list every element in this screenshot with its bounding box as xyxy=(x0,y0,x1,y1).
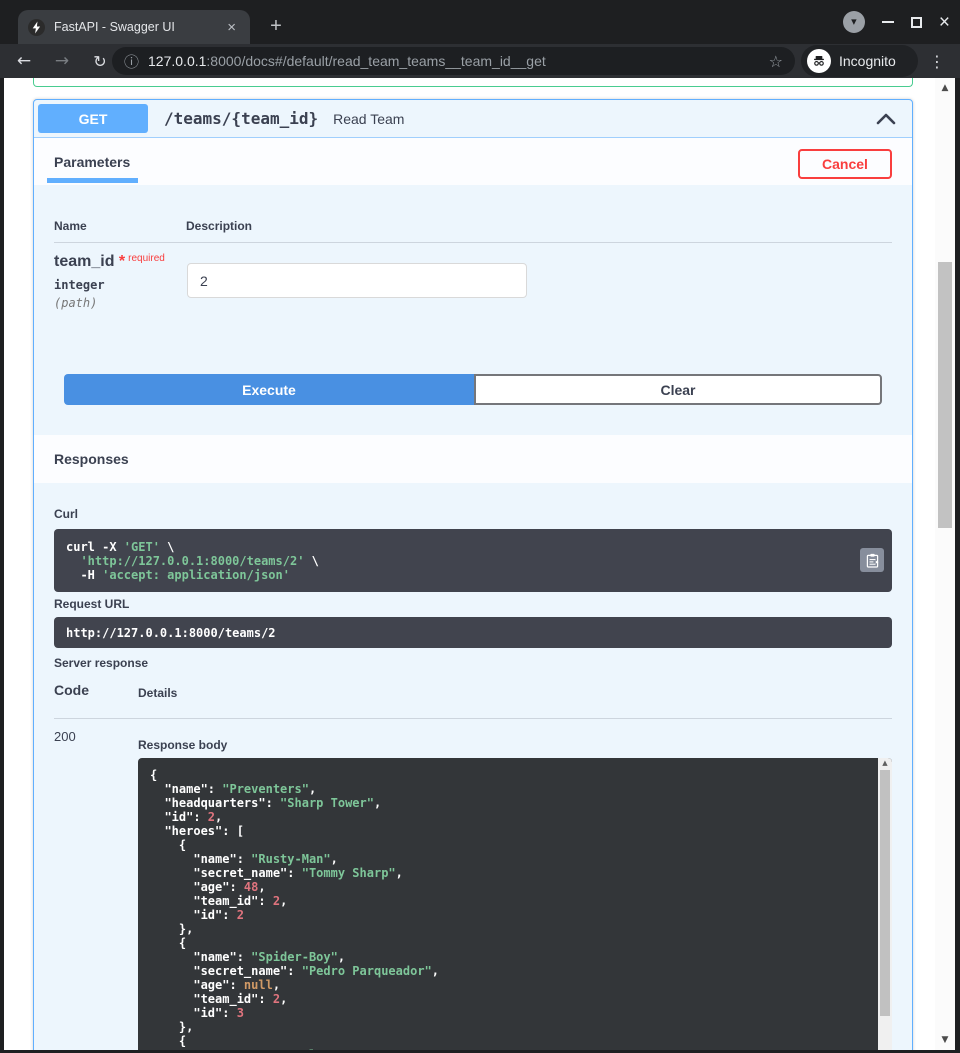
page-scroll-up-icon[interactable]: ▲ xyxy=(935,83,955,93)
window-controls: ▾ × xyxy=(843,6,950,38)
response-scrollbar-thumb[interactable] xyxy=(880,770,890,1016)
incognito-icon xyxy=(807,49,831,73)
curl-label: Curl xyxy=(54,507,78,521)
fastapi-favicon-icon xyxy=(28,19,45,36)
incognito-label: Incognito xyxy=(839,53,896,69)
tab-parameters[interactable]: Parameters xyxy=(54,138,130,185)
parameter-name-text: team_id xyxy=(54,253,114,270)
tab-close-icon[interactable]: × xyxy=(223,18,240,37)
previous-opblock-edge xyxy=(33,78,913,87)
url-host: 127.0.0.1 xyxy=(148,53,206,69)
curl-command: curl -X 'GET' \ 'http://127.0.0.1:8000/t… xyxy=(66,540,880,582)
collapse-chevron-icon[interactable] xyxy=(876,113,896,125)
url-path: :8000/docs#/default/read_team_teams__tea… xyxy=(206,53,545,69)
browser-tab[interactable]: FastAPI - Swagger UI × xyxy=(18,10,250,44)
opblock-summary[interactable]: GET /teams/{team_id} Read Team xyxy=(34,100,912,138)
response-body-json: { "name": "Preventers", "headquarters": … xyxy=(138,758,892,1050)
details-column-header: Details xyxy=(138,686,177,700)
param-name-header: Name xyxy=(54,219,87,233)
page-viewport: GET /teams/{team_id} Read Team Parameter… xyxy=(4,78,955,1050)
required-label: required xyxy=(128,253,165,264)
required-star: * xyxy=(119,253,125,270)
table-divider xyxy=(54,242,892,243)
operation-summary: Read Team xyxy=(333,111,404,127)
window-minimize-button[interactable] xyxy=(882,21,894,23)
responses-section-header: Responses xyxy=(34,435,912,483)
parameter-location: (path) xyxy=(54,296,165,310)
page-scrollbar-thumb[interactable] xyxy=(938,262,952,528)
cancel-button[interactable]: Cancel xyxy=(798,149,892,179)
parameters-tab-bar: Parameters xyxy=(34,138,912,185)
tab-title: FastAPI - Swagger UI xyxy=(54,20,223,34)
parameter-row: team_id *required integer (path) xyxy=(54,253,165,310)
reload-icon[interactable]: ↻ xyxy=(86,44,114,78)
forward-icon[interactable]: → xyxy=(48,44,76,78)
clipboard-icon xyxy=(866,553,879,568)
clear-button[interactable]: Clear xyxy=(474,374,882,405)
browser-tab-strip: FastAPI - Swagger UI × + ▾ × xyxy=(0,0,960,44)
curl-command-block: curl -X 'GET' \ 'http://127.0.0.1:8000/t… xyxy=(54,529,892,592)
parameter-type: integer xyxy=(54,278,165,292)
execute-button[interactable]: Execute xyxy=(64,374,474,405)
response-scroll-up-icon[interactable]: ▲ xyxy=(878,759,892,767)
server-response-label: Server response xyxy=(54,656,148,670)
method-badge: GET xyxy=(38,104,148,133)
page-scroll-down-icon[interactable]: ▼ xyxy=(935,1035,955,1045)
incognito-badge: Incognito xyxy=(801,45,918,77)
response-body-block: { "name": "Preventers", "headquarters": … xyxy=(138,758,892,1050)
parameter-name: team_id *required xyxy=(54,253,165,271)
browser-toolbar: ← → ↻ ⓘ 127.0.0.1:8000/docs#/default/rea… xyxy=(0,44,960,78)
opblock-get-teams: GET /teams/{team_id} Read Team Parameter… xyxy=(33,99,913,1050)
request-url-block: http://127.0.0.1:8000/teams/2 xyxy=(54,617,892,648)
operation-path: /teams/{team_id} xyxy=(164,109,318,128)
new-tab-button[interactable]: + xyxy=(262,12,290,40)
param-description-header: Description xyxy=(186,219,252,233)
window-close-button[interactable]: × xyxy=(939,13,950,32)
browser-menu-icon[interactable]: ⋮ xyxy=(922,44,952,78)
request-url-value: http://127.0.0.1:8000/teams/2 xyxy=(66,626,276,640)
url-text: 127.0.0.1:8000/docs#/default/read_team_t… xyxy=(148,53,546,69)
response-table-divider xyxy=(54,718,892,719)
browser-update-icon[interactable]: ▾ xyxy=(843,11,865,33)
bookmark-star-icon[interactable]: ☆ xyxy=(769,52,783,71)
page-info-icon[interactable]: ⓘ xyxy=(124,51,139,72)
address-bar[interactable]: ⓘ 127.0.0.1:8000/docs#/default/read_team… xyxy=(112,47,795,75)
window-maximize-button[interactable] xyxy=(911,17,922,28)
copy-to-clipboard-button[interactable] xyxy=(860,548,884,572)
page-scrollbar[interactable]: ▲ ▼ xyxy=(935,78,955,1050)
team-id-input[interactable] xyxy=(187,263,527,298)
status-code: 200 xyxy=(54,729,76,744)
response-scrollbar[interactable]: ▲ xyxy=(878,758,892,1050)
code-column-header: Code xyxy=(54,682,89,698)
back-icon[interactable]: ← xyxy=(10,44,38,78)
response-body-label: Response body xyxy=(138,738,227,752)
responses-title: Responses xyxy=(54,451,129,467)
request-url-label: Request URL xyxy=(54,597,129,611)
